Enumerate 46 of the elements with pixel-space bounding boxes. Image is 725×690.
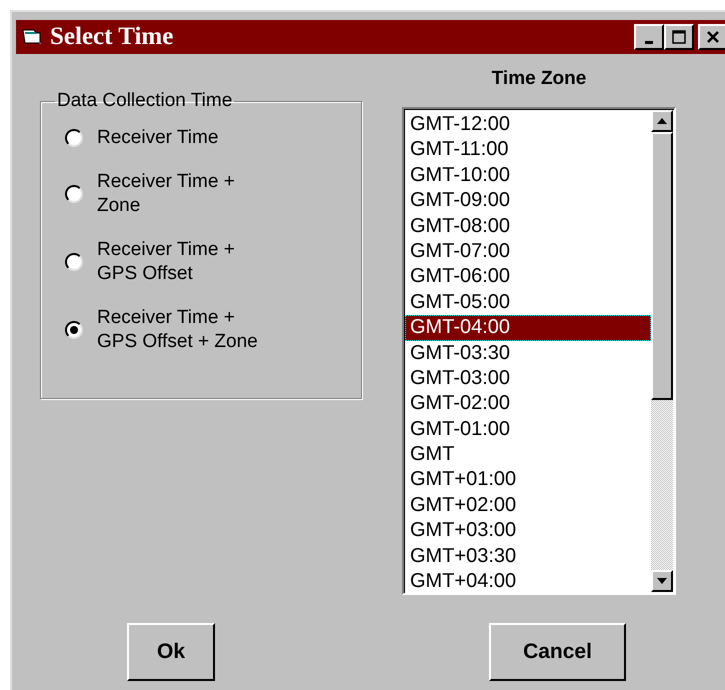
list-item[interactable]: GMT+03:00 [405, 518, 651, 544]
close-button[interactable] [698, 24, 725, 50]
list-item[interactable]: GMT-02:00 [405, 391, 651, 417]
list-item[interactable]: GMT+04:00 [405, 569, 651, 593]
down-arrow-icon [657, 578, 667, 584]
list-item[interactable]: GMT+02:00 [405, 492, 651, 518]
time-zone-list[interactable]: GMT-12:00 GMT-11:00 GMT-10:00 GMT-09:00 GMT-08:00 GMT-07:00 GMT-06:00 GMT-05:00 GMT-04:00 GMT-03:30 GMT-03:00 GMT-02:00 GMT-01:00 GMT GMT+01:00 GMT+02:00 GMT+03:00 GMT+03:30 GMT+04:00 [402, 107, 676, 595]
scroll-down-button[interactable] [651, 570, 673, 592]
list-item[interactable]: GMT-03:00 [405, 366, 651, 392]
radio-label: Receiver Time + Zone [97, 170, 235, 218]
list-item[interactable]: GMT-05:00 [405, 290, 651, 316]
list-item[interactable]: GMT-09:00 [405, 188, 651, 214]
list-item[interactable]: GMT-10:00 [405, 162, 651, 188]
maximize-icon [671, 29, 687, 45]
list-item[interactable]: GMT [405, 442, 651, 468]
scroll-up-button[interactable] [651, 110, 673, 132]
cancel-button[interactable]: Cancel [489, 623, 626, 681]
minimize-icon [645, 41, 653, 44]
window-app-icon [22, 28, 42, 46]
radio-button[interactable] [65, 129, 83, 147]
close-icon [705, 29, 721, 45]
radio-label: Receiver Time [97, 126, 218, 150]
scroll-thumb[interactable] [651, 132, 673, 400]
list-item[interactable]: GMT-07:00 [405, 238, 651, 264]
list-item[interactable]: GMT-03:30 [405, 340, 651, 366]
scrollbar[interactable] [651, 109, 674, 593]
maximize-button[interactable] [664, 24, 694, 50]
window-title: Select Time [50, 23, 174, 51]
radio-label: Receiver Time + GPS Offset + Zone [97, 306, 258, 354]
list-item[interactable]: GMT-12:00 [405, 112, 651, 138]
list-item[interactable]: GMT-06:00 [405, 264, 651, 290]
radio-button[interactable] [65, 185, 83, 203]
time-zone-label: Time Zone [492, 68, 586, 90]
list-item[interactable]: GMT-01:00 [405, 416, 651, 442]
group-title: Data Collection Time [56, 90, 234, 112]
radio-label: Receiver Time + GPS Offset [97, 238, 235, 286]
list-item[interactable]: GMT+01:00 [405, 467, 651, 493]
list-item[interactable]: GMT-04:00 [405, 315, 651, 341]
minimize-button[interactable] [634, 24, 664, 50]
radio-button[interactable] [65, 253, 83, 271]
list-item[interactable]: GMT-11:00 [405, 137, 651, 163]
list-item[interactable]: GMT-08:00 [405, 214, 651, 239]
list-item[interactable]: GMT+03:30 [405, 544, 651, 570]
up-arrow-icon [657, 118, 667, 124]
radio-button[interactable] [65, 321, 83, 339]
ok-button[interactable]: Ok [127, 623, 215, 681]
